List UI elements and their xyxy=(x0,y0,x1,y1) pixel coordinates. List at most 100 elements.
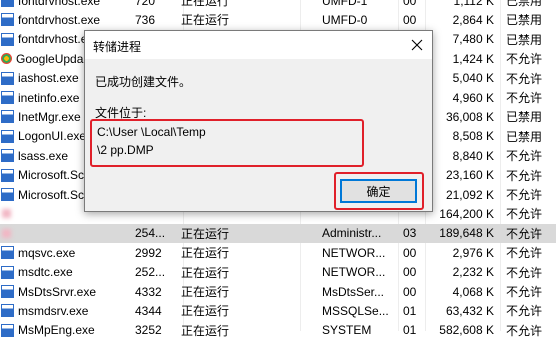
process-uac: 不允许 xyxy=(506,207,543,222)
process-memory: 7,480 K xyxy=(452,32,494,47)
process-cpu: 00 xyxy=(403,0,417,8)
process-icon xyxy=(1,0,14,8)
process-row[interactable]: MsMpEng.exe 3252 正在运行 SYSTEM 01 582,608 K 不允许 xyxy=(0,321,556,340)
process-uac: 不允许 xyxy=(506,71,543,86)
process-uac: 不允许 xyxy=(506,149,543,164)
process-icon xyxy=(1,168,14,182)
process-row[interactable]: fontdrvhost.exe 720 正在运行 UMFD-1 00 1,112 K 已禁用 xyxy=(0,0,556,10)
process-uac: 不允许 xyxy=(506,285,543,300)
process-name-text: InetMgr.exe xyxy=(18,109,81,124)
process-memory: 8,840 K xyxy=(452,148,494,163)
process-user: UMFD-1 xyxy=(322,0,368,8)
process-memory: 4,960 K xyxy=(452,90,494,105)
process-name-text: inetinfo.exe xyxy=(18,90,80,105)
process-status: 正在运行 xyxy=(181,265,230,280)
process-uac: 已禁用 xyxy=(506,110,543,125)
process-cpu: 01 xyxy=(403,303,417,318)
process-user: MsDtsSer... xyxy=(322,284,385,299)
process-uac: 不允许 xyxy=(506,304,543,319)
process-cpu: 03 xyxy=(403,226,417,241)
process-icon xyxy=(1,110,14,124)
process-memory: 8,508 K xyxy=(452,129,494,144)
process-user: MSSQLSe... xyxy=(322,303,389,318)
process-status: 正在运行 xyxy=(181,0,230,9)
dump-process-dialog: 转储进程 已成功创建文件。 文件位于: C:\User \Local\Temp … xyxy=(84,30,433,212)
process-icon xyxy=(2,209,11,219)
process-memory: 63,432 K xyxy=(445,303,494,318)
process-icon xyxy=(1,91,14,105)
process-uac: 不允许 xyxy=(506,188,543,203)
close-icon xyxy=(411,39,423,51)
process-cpu: 00 xyxy=(403,284,417,299)
process-uac: 已禁用 xyxy=(506,129,543,144)
process-user: Administr... xyxy=(322,226,382,241)
process-status: 正在运行 xyxy=(181,226,230,241)
process-cpu: 00 xyxy=(403,265,417,280)
process-name-text: Microsoft.Sc xyxy=(18,187,85,202)
process-uac: 已禁用 xyxy=(506,32,543,47)
process-icon xyxy=(1,71,14,85)
process-row[interactable]: msdtc.exe 252... 正在运行 NETWOR... 00 2,232 K 不允许 xyxy=(0,263,556,282)
dialog-title: 转储进程 xyxy=(93,40,142,54)
process-uac: 不允许 xyxy=(506,226,543,241)
process-name-text: msmdsrv.exe xyxy=(18,303,89,318)
process-icon xyxy=(1,265,14,279)
process-icon xyxy=(1,149,14,163)
process-icon xyxy=(1,246,14,260)
process-icon xyxy=(2,228,11,238)
process-row[interactable]: MsDtsSrvr.exe 4332 正在运行 MsDtsSer... 00 4,068 … xyxy=(0,282,556,301)
process-memory: 36,008 K xyxy=(445,109,494,124)
process-row[interactable]: fontdrvhost.exe 736 正在运行 UMFD-0 00 2,864 K 已禁用 xyxy=(0,10,556,29)
process-uac: 不允许 xyxy=(506,323,543,338)
process-name: msmdsrv.exe xyxy=(0,301,128,320)
file-path-line-1: C:\User \Local\Temp xyxy=(97,125,206,139)
process-name-text: lsass.exe xyxy=(18,148,69,163)
ok-button[interactable]: 确定 xyxy=(340,179,417,203)
process-name: mqsvc.exe xyxy=(0,243,128,262)
process-memory: 582,608 K xyxy=(439,323,494,338)
process-user: NETWOR... xyxy=(322,245,386,260)
process-name-text: Microsoft.Sc xyxy=(18,168,85,183)
process-memory: 23,160 K xyxy=(445,168,494,183)
process-name-text: GoogleUpda xyxy=(16,51,84,66)
process-icon xyxy=(1,188,14,202)
process-uac: 不允许 xyxy=(506,246,543,261)
process-name-text: MsDtsSrvr.exe xyxy=(18,284,97,299)
process-cpu: 00 xyxy=(403,12,417,27)
process-name-text: fontdrvhost.exe xyxy=(18,0,101,8)
process-name-text: LogonUI.exe xyxy=(18,129,87,144)
process-user: NETWOR... xyxy=(322,265,386,280)
process-name: MsMpEng.exe xyxy=(0,321,128,340)
process-icon xyxy=(1,13,14,27)
process-name xyxy=(0,224,128,243)
process-name-text: msdtc.exe xyxy=(18,265,73,280)
process-name-text: mqsvc.exe xyxy=(18,245,76,260)
process-row[interactable]: 254... 正在运行 Administr... 03 189,648 K 不允许 xyxy=(0,223,556,243)
dialog-titlebar[interactable]: 转储进程 xyxy=(85,31,432,59)
process-cpu: 01 xyxy=(403,323,417,338)
process-icon xyxy=(1,285,14,299)
process-memory: 2,232 K xyxy=(452,265,494,280)
process-memory: 5,040 K xyxy=(452,71,494,86)
process-cpu: 00 xyxy=(403,245,417,260)
process-name-text: fontdrvhost.exe xyxy=(18,12,101,27)
process-memory: 189,648 K xyxy=(439,226,494,241)
process-name-text: MsMpEng.exe xyxy=(18,323,95,338)
process-memory: 2,864 K xyxy=(452,12,494,27)
process-icon xyxy=(1,129,14,143)
process-row[interactable]: msmdsrv.exe 4344 正在运行 MSSQLSe... 01 63,432 K不… xyxy=(0,301,556,320)
process-icon xyxy=(1,323,14,337)
process-memory: 164,200 K xyxy=(439,206,494,221)
process-memory: 1,112 K xyxy=(453,0,494,8)
close-button[interactable] xyxy=(406,34,428,56)
process-uac: 不允许 xyxy=(506,91,543,106)
process-row[interactable]: mqsvc.exe 2992 正在运行 NETWOR... 00 2,976 K 不允许 xyxy=(0,243,556,262)
process-user: UMFD-0 xyxy=(322,12,368,27)
process-icon xyxy=(1,304,14,318)
process-user: SYSTEM xyxy=(322,323,372,338)
process-status: 正在运行 xyxy=(181,304,230,319)
success-message: 已成功创建文件。 xyxy=(95,75,192,89)
process-uac: 不允许 xyxy=(506,52,543,67)
process-name: fontdrvhost.exe xyxy=(0,0,128,10)
process-name: fontdrvhost.exe xyxy=(0,10,128,29)
